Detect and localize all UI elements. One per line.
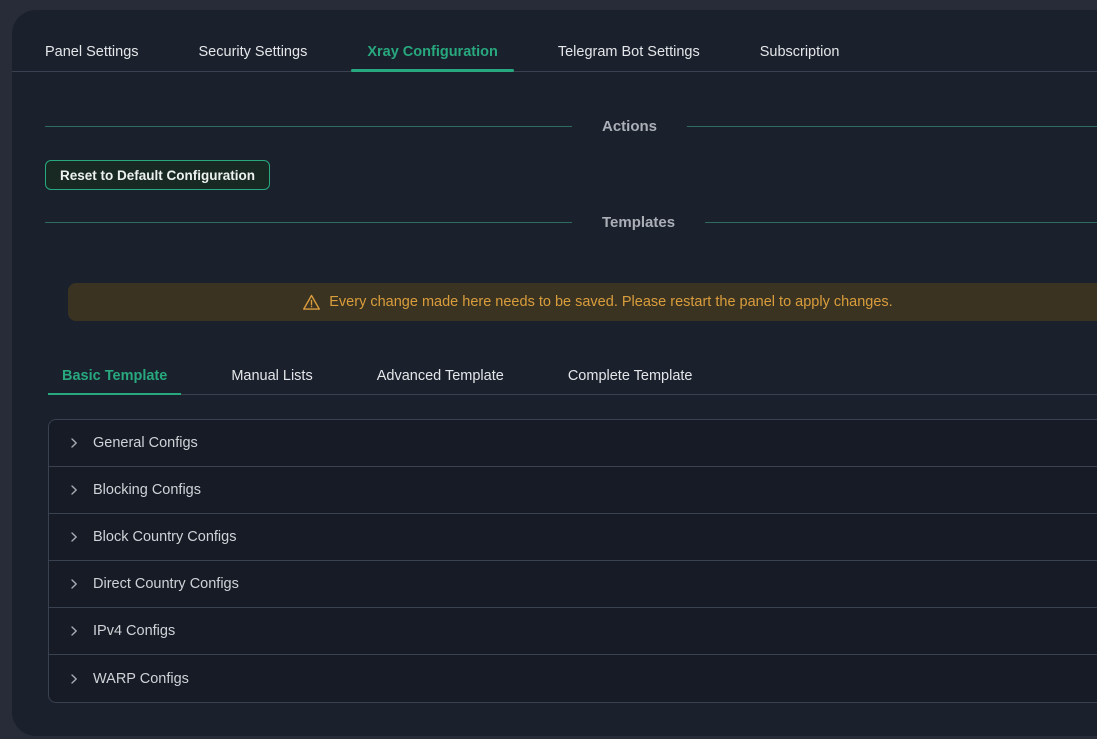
divider-line xyxy=(45,222,572,223)
tab-advanced-template[interactable]: Advanced Template xyxy=(363,357,518,394)
collapse-label: WARP Configs xyxy=(93,671,189,687)
warning-triangle-icon xyxy=(302,293,321,312)
divider-line xyxy=(45,126,572,127)
collapse-header-direct-country-configs[interactable]: Direct Country Configs xyxy=(49,561,1097,608)
actions-divider: Actions xyxy=(12,117,1097,135)
chevron-right-icon xyxy=(68,673,80,685)
chevron-right-icon xyxy=(68,437,80,449)
collapse-header-block-country-configs[interactable]: Block Country Configs xyxy=(49,514,1097,561)
tab-complete-template[interactable]: Complete Template xyxy=(554,357,707,394)
collapse-label: General Configs xyxy=(93,435,198,451)
chevron-right-icon xyxy=(68,484,80,496)
divider-line xyxy=(705,222,1097,223)
restart-warning-text: Every change made here needs to be saved… xyxy=(329,294,892,310)
chevron-right-icon xyxy=(68,578,80,590)
settings-tabbar: Panel Settings Security Settings Xray Co… xyxy=(12,32,1097,72)
tab-panel-settings[interactable]: Panel Settings xyxy=(29,32,155,71)
collapse-label: IPv4 Configs xyxy=(93,623,175,639)
chevron-right-icon xyxy=(68,531,80,543)
tab-security-settings[interactable]: Security Settings xyxy=(183,32,324,71)
tab-basic-template[interactable]: Basic Template xyxy=(48,357,181,394)
reset-to-default-button[interactable]: Reset to Default Configuration xyxy=(45,160,270,190)
template-tabbar: Basic Template Manual Lists Advanced Tem… xyxy=(48,357,1097,395)
actions-section-title: Actions xyxy=(602,118,657,135)
collapse-header-ipv4-configs[interactable]: IPv4 Configs xyxy=(49,608,1097,655)
tab-subscription[interactable]: Subscription xyxy=(744,32,856,71)
templates-section-title: Templates xyxy=(602,214,675,231)
settings-card: Panel Settings Security Settings Xray Co… xyxy=(12,10,1097,736)
tab-xray-configuration[interactable]: Xray Configuration xyxy=(351,32,514,71)
templates-divider: Templates xyxy=(12,213,1097,231)
collapse-label: Block Country Configs xyxy=(93,529,236,545)
chevron-right-icon xyxy=(68,625,80,637)
divider-line xyxy=(687,126,1097,127)
collapse-header-blocking-configs[interactable]: Blocking Configs xyxy=(49,467,1097,514)
collapse-label: Direct Country Configs xyxy=(93,576,239,592)
collapse-label: Blocking Configs xyxy=(93,482,201,498)
config-collapse-list: General Configs Blocking Configs Block C… xyxy=(48,419,1097,703)
collapse-header-general-configs[interactable]: General Configs xyxy=(49,420,1097,467)
tab-manual-lists[interactable]: Manual Lists xyxy=(217,357,326,394)
collapse-header-warp-configs[interactable]: WARP Configs xyxy=(49,655,1097,702)
restart-warning-alert: Every change made here needs to be saved… xyxy=(68,283,1097,321)
tab-telegram-bot-settings[interactable]: Telegram Bot Settings xyxy=(542,32,716,71)
